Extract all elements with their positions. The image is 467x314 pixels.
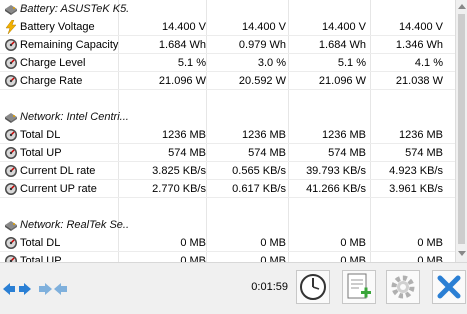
section-header[interactable]: Network: Intel Centri... — [0, 108, 455, 126]
gauge-icon — [4, 182, 18, 196]
sensor-value: 2.770 KB/s — [152, 183, 206, 195]
battery-section-icon — [4, 2, 18, 16]
sensor-row[interactable]: Charge Rate 21.096 W 20.592 W 21.096 W 21.03… — [0, 72, 455, 90]
sensor-value: 1236 MB — [241, 129, 286, 141]
sensor-value: 574 MB — [405, 147, 443, 159]
close-x-icon — [437, 275, 461, 299]
sensor-value: 574 MB — [328, 147, 366, 159]
network-section-icon — [4, 110, 18, 124]
gauge-icon — [4, 74, 18, 88]
scroll-down-arrow-icon[interactable] — [458, 251, 466, 256]
sensor-row[interactable]: Current DL rate 3.825 KB/s 0.565 KB/s 39.79… — [0, 162, 455, 180]
sensor-row[interactable]: Battery Voltage 14.400 V 14.400 V 14.400 V 1… — [0, 18, 455, 36]
add-report-button[interactable] — [342, 270, 376, 304]
vertical-scrollbar[interactable] — [455, 0, 467, 262]
section-header[interactable]: Network: RealTek Se... — [0, 216, 455, 234]
collapse-arrows-icon — [39, 283, 67, 295]
sensor-value: 0 MB — [340, 237, 366, 249]
sensor-row[interactable]: Remaining Capacity 1.684 Wh 0.979 Wh 1.684 … — [0, 36, 455, 54]
sensor-value: 0 MB — [180, 237, 206, 249]
gear-icon — [391, 275, 415, 299]
sensor-value: 1.684 Wh — [158, 39, 206, 51]
sensor-row[interactable]: Total DL 1236 MB 1236 MB 1236 MB 1236 MB — [0, 126, 455, 144]
collapse-button[interactable] — [36, 272, 70, 306]
sensor-value: 0 MB — [417, 255, 443, 262]
sensor-value: 14.400 V — [321, 21, 366, 33]
sensor-value: 41.266 KB/s — [306, 183, 366, 195]
section-title: Battery: ASUSTeK K5... — [20, 3, 128, 15]
sensor-row[interactable]: Total UP 574 MB 574 MB 574 MB 574 MB — [0, 144, 455, 162]
gauge-icon — [4, 236, 18, 250]
sensor-value: 1236 MB — [161, 129, 206, 141]
sensor-grid[interactable]: Battery: ASUSTeK K5... Battery Voltage 14.… — [0, 0, 455, 262]
section-title: Network: Intel Centri... — [20, 111, 128, 123]
sensor-row[interactable]: Charge Level 5.1 % 3.0 % 5.1 % 4.1 % — [0, 54, 455, 72]
sensor-value: 0 MB — [260, 255, 286, 262]
sensor-value: 0.617 KB/s — [232, 183, 286, 195]
sensor-value: 0.979 Wh — [238, 39, 286, 51]
gauge-icon — [4, 56, 18, 70]
sensor-label: Charge Level — [20, 57, 86, 69]
gauge-icon — [4, 146, 18, 160]
sensor-label: Remaining Capacity — [20, 39, 119, 51]
sensor-value: 21.096 W — [318, 75, 366, 87]
section-title: Network: RealTek Se... — [20, 219, 128, 231]
sensor-value: 1236 MB — [321, 129, 366, 141]
elapsed-timer: 0:01:59 — [251, 281, 288, 293]
sensor-label: Total UP — [20, 255, 62, 262]
sensor-value: 14.400 V — [161, 21, 206, 33]
sensor-value: 0 MB — [417, 237, 443, 249]
sensor-value: 3.961 KB/s — [389, 183, 443, 195]
sensor-value: 1236 MB — [398, 129, 443, 141]
scrollbar-thumb[interactable] — [458, 14, 465, 244]
sensor-value: 1.684 Wh — [318, 39, 366, 51]
sensor-label: Total DL — [20, 129, 61, 141]
sensor-value: 4.1 % — [414, 57, 443, 69]
gauge-icon — [4, 164, 18, 178]
sensor-value: 4.923 KB/s — [389, 165, 443, 177]
scroll-up-arrow-icon[interactable] — [458, 4, 466, 9]
network-section-icon — [4, 218, 18, 232]
sensor-row[interactable]: Current UP rate 2.770 KB/s 0.617 KB/s 41.26… — [0, 180, 455, 198]
gauge-icon — [4, 38, 18, 52]
expand-arrows-icon — [3, 283, 31, 295]
close-button[interactable] — [432, 270, 466, 304]
sensor-value: 21.038 W — [395, 75, 443, 87]
sensor-value: 0 MB — [180, 255, 206, 262]
sensor-row[interactable]: Total UP 0 MB 0 MB 0 MB 0 MB — [0, 252, 455, 262]
sensor-value: 0.565 KB/s — [232, 165, 286, 177]
sensor-value: 39.793 KB/s — [306, 165, 366, 177]
sensor-label: Current UP rate — [20, 183, 97, 195]
sensor-value: 3.825 KB/s — [152, 165, 206, 177]
sensor-label: Battery Voltage — [20, 21, 95, 33]
sensor-value: 21.096 W — [158, 75, 206, 87]
section-header[interactable]: Battery: ASUSTeK K5... — [0, 0, 455, 18]
sensor-value: 14.400 V — [241, 21, 286, 33]
clock-icon — [300, 274, 326, 300]
sensor-row[interactable]: Total DL 0 MB 0 MB 0 MB 0 MB — [0, 234, 455, 252]
clock-button[interactable] — [296, 270, 330, 304]
sensor-value: 5.1 % — [177, 57, 206, 69]
sensor-label: Current DL rate — [20, 165, 96, 177]
sensor-value: 5.1 % — [337, 57, 366, 69]
sensor-value: 0 MB — [260, 237, 286, 249]
sensor-value: 574 MB — [168, 147, 206, 159]
sensor-value: 1.346 Wh — [395, 39, 443, 51]
sensor-value: 20.592 W — [238, 75, 286, 87]
add-document-icon — [347, 273, 371, 299]
sensor-value: 574 MB — [248, 147, 286, 159]
sensor-value: 0 MB — [340, 255, 366, 262]
sensor-label: Total DL — [20, 237, 61, 249]
lightning-icon — [4, 19, 18, 35]
sensor-value: 3.0 % — [257, 57, 286, 69]
sensor-label: Charge Rate — [20, 75, 83, 87]
gauge-icon — [4, 128, 18, 142]
expand-button[interactable] — [0, 272, 34, 306]
settings-button[interactable] — [386, 270, 420, 304]
gauge-icon — [4, 254, 18, 262]
sensor-label: Total UP — [20, 147, 62, 159]
sensor-value: 14.400 V — [398, 21, 443, 33]
